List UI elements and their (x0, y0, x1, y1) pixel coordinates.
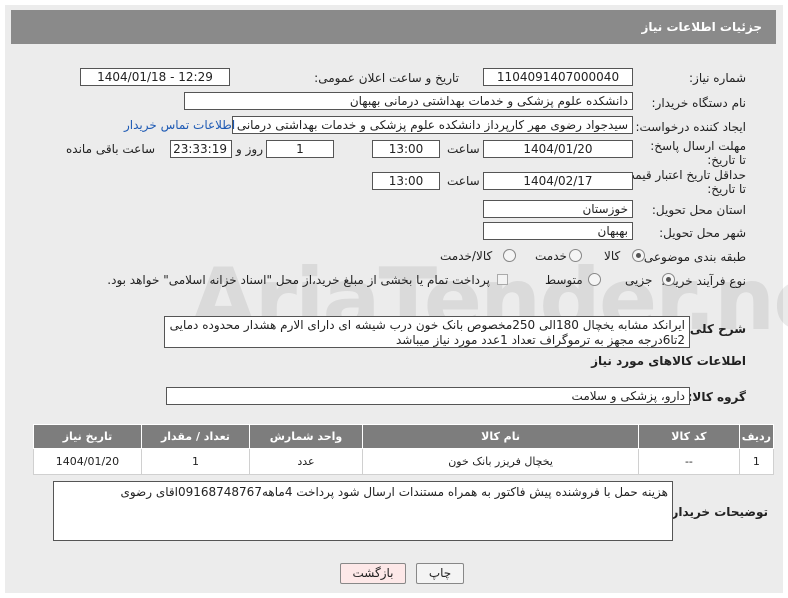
remaining-time-label: ساعت باقی مانده (66, 142, 156, 156)
reply-days-label: روز و (236, 142, 263, 156)
category-radio-both[interactable] (503, 249, 516, 262)
print-button[interactable]: چاپ (416, 563, 464, 584)
treasury-payment-note: پرداخت تمام یا بخشی از مبلغ خرید،از محل … (107, 273, 490, 287)
cell-need-date: 1404/01/20 (33, 448, 142, 475)
goods-group-label: گروه کالا: (687, 390, 746, 404)
announce-datetime-field: 1404/01/18 - 12:29 (80, 68, 230, 86)
cell-quantity: 1 (140, 448, 250, 475)
goods-info-title: اطلاعات کالاهای مورد نیاز (591, 354, 746, 368)
reply-deadline-label: مهلت ارسال پاسخ: تا تاریخ: (650, 139, 746, 167)
category-radio-service[interactable] (569, 249, 582, 262)
col-goods-name: نام کالا (362, 424, 640, 449)
cell-goods-code: -- (638, 448, 740, 475)
province-field: خوزستان (483, 200, 633, 218)
city-label: شهر محل تحویل: (659, 226, 746, 240)
description-field[interactable]: ایرانکد مشابه یخچال 180الی 250مخصوص بانک… (164, 316, 690, 348)
category-option-both: کالا/خدمت (440, 249, 493, 263)
category-option-service: خدمت (535, 249, 567, 263)
col-unit: واحد شمارش (248, 424, 364, 449)
province-label: استان محل تحویل: (651, 203, 746, 217)
table-row: 1 -- یخچال فریزر بانک خون عدد 1 1404/01/… (33, 448, 775, 475)
price-validity-label: حداقل تاریخ اعتبار قیمت: تا تاریخ: (619, 168, 746, 196)
process-option-medium: متوسط (545, 273, 583, 287)
category-option-goods: کالا (604, 249, 621, 263)
reply-deadline-time: 13:00 (372, 140, 440, 158)
cell-row-number: 1 (738, 448, 775, 475)
buyer-org-label: نام دستگاه خریدار: (651, 96, 747, 110)
goods-group-field: دارو، پزشکی و سلامت (166, 387, 690, 405)
process-radio-minor[interactable] (662, 273, 675, 286)
treasury-payment-checkbox[interactable] (497, 274, 508, 285)
reply-deadline-date: 1404/01/20 (483, 140, 633, 158)
reply-deadline-time-label: ساعت (447, 142, 480, 156)
category-label: طبقه بندی موضوعی: (639, 250, 746, 264)
buyer-notes-label: توضیحات خریدار: (666, 505, 768, 519)
goods-table: ردیف کد کالا نام کالا واحد شمارش تعداد /… (33, 424, 775, 475)
need-number-field: 1104091407000040 (483, 68, 633, 86)
col-goods-code: کد کالا (638, 424, 740, 449)
remaining-time-field: 23:33:19 (170, 140, 232, 158)
buyer-contact-link[interactable]: اطلاعات تماس خریدار (124, 118, 235, 132)
price-validity-date: 1404/02/17 (483, 172, 633, 190)
buyer-notes-field[interactable]: هزینه حمل با فروشنده پیش فاکتور به همراه… (53, 481, 673, 541)
category-radio-goods[interactable] (632, 249, 645, 262)
announce-datetime-label: تاریخ و ساعت اعلان عمومی: (314, 71, 459, 85)
requester-field: سیدجواد رضوی مهر کارپرداز دانشکده علوم پ… (232, 116, 633, 134)
buyer-org-field: دانشکده علوم پزشکی و خدمات بهداشتی درمان… (184, 92, 633, 110)
col-quantity: تعداد / مقدار (140, 424, 250, 449)
col-row-number: ردیف (738, 424, 775, 449)
process-option-minor: جزیی (625, 273, 653, 287)
col-need-date: تاریخ نیاز (33, 424, 142, 449)
page-header: جزئیات اطلاعات نیاز (11, 10, 776, 44)
need-number-label: شماره نیاز: (689, 71, 746, 85)
price-validity-time: 13:00 (372, 172, 440, 190)
back-button[interactable]: بازگشت (340, 563, 406, 584)
process-radio-medium[interactable] (588, 273, 601, 286)
city-field: بهبهان (483, 222, 633, 240)
cell-unit: عدد (248, 448, 364, 475)
reply-days-field: 1 (266, 140, 334, 158)
price-validity-time-label: ساعت (447, 174, 480, 188)
requester-label: ایجاد کننده درخواست: (635, 120, 746, 134)
table-header-row: ردیف کد کالا نام کالا واحد شمارش تعداد /… (33, 424, 775, 449)
cell-goods-name: یخچال فریزر بانک خون (362, 448, 640, 475)
